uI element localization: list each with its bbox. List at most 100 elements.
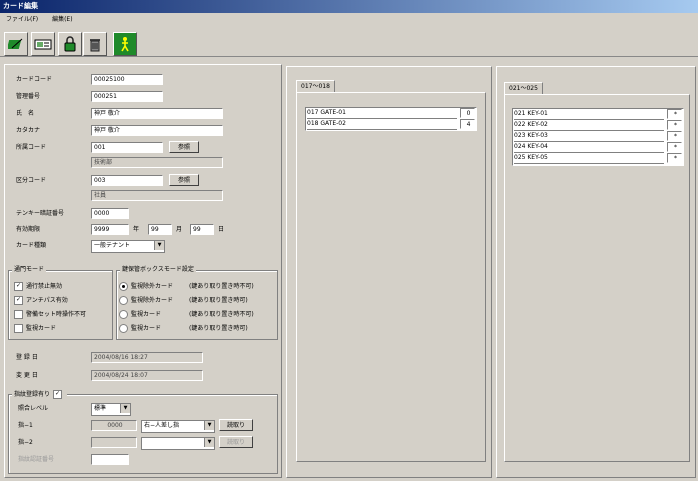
fp1-value: 0000 bbox=[91, 420, 137, 431]
registered-field: 2004/08/16 18:27 bbox=[91, 352, 203, 363]
class-ref-button[interactable]: 参照 bbox=[169, 174, 199, 186]
fp1-finger-value: 右−人差し指 bbox=[144, 422, 180, 429]
tenkey-field[interactable]: 0000 bbox=[91, 208, 129, 219]
radio-button[interactable] bbox=[119, 324, 128, 333]
window-title: カード編集 bbox=[0, 0, 698, 13]
radio-button[interactable] bbox=[119, 296, 128, 305]
keybox-mode-title: 鍵保管ボックスモード設定 bbox=[120, 266, 196, 274]
list-item[interactable]: 025 KEY-05 bbox=[514, 153, 664, 164]
exit-person-icon bbox=[121, 37, 129, 52]
card-code-field[interactable]: 00025100 bbox=[91, 74, 163, 85]
fp-pin-label: 指紋認証番号 bbox=[18, 456, 55, 463]
keybox-mode-item[interactable]: 監視除外カード (鍵あり取り置き時可) bbox=[119, 296, 248, 306]
card-code-label: カードコード bbox=[16, 76, 53, 83]
card-type-label: カード種類 bbox=[16, 242, 47, 249]
fp-level-value: 標準 bbox=[94, 405, 107, 412]
name-field[interactable]: 神戸 敬介 bbox=[91, 108, 223, 119]
kana-field[interactable]: 神戸 敬介 bbox=[91, 125, 223, 136]
door-mode-item[interactable]: ✓ 通行禁止無効 bbox=[14, 282, 62, 292]
list-item[interactable]: 021 KEY-01 bbox=[514, 109, 664, 120]
day-unit: 日 bbox=[218, 226, 225, 233]
fp1-label: 指−1 bbox=[18, 422, 33, 429]
key-value-field[interactable]: * bbox=[667, 131, 682, 141]
list-item[interactable]: 022 KEY-02 bbox=[514, 120, 664, 131]
mgmt-no-field[interactable]: 000251 bbox=[91, 91, 163, 102]
lock-button[interactable] bbox=[58, 32, 82, 56]
expiry-month-field[interactable]: 99 bbox=[148, 224, 172, 235]
keybox-mode-item[interactable]: 監視カード (鍵あり取り置き時可) bbox=[119, 324, 248, 334]
door-mode-item[interactable]: 警備セット時操作不可 bbox=[14, 310, 86, 320]
list-item[interactable]: 018 GATE-02 bbox=[307, 119, 457, 130]
chevron-down-icon: ▼ bbox=[120, 404, 130, 413]
expiry-label: 有効期限 bbox=[16, 226, 41, 233]
expiry-year-field[interactable]: 9999 bbox=[91, 224, 129, 235]
chevron-down-icon: ▼ bbox=[204, 421, 214, 430]
month-unit: 月 bbox=[176, 226, 183, 233]
lock-icon bbox=[64, 36, 76, 52]
gate-value-field[interactable]: 4 bbox=[460, 119, 475, 129]
tab-gate[interactable]: 017〜018 bbox=[296, 80, 335, 92]
name-label: 氏 名 bbox=[16, 110, 35, 117]
card-type-select[interactable]: 一般テナント ▼ bbox=[91, 240, 165, 253]
fingerprint-title[interactable]: 指紋登録有り ✓ bbox=[12, 390, 68, 399]
fp2-read-button[interactable]: 読取り bbox=[219, 436, 253, 448]
keybox-mode-item[interactable]: 監視除外カード (鍵あり取り置き時不可) bbox=[119, 282, 254, 292]
card-reader-button[interactable] bbox=[31, 32, 55, 56]
card-reader-icon bbox=[34, 39, 52, 50]
list-item[interactable]: 023 KEY-03 bbox=[514, 131, 664, 142]
checkbox[interactable]: ✓ bbox=[14, 282, 23, 291]
delete-button[interactable] bbox=[83, 32, 107, 56]
key-value-field[interactable]: * bbox=[667, 120, 682, 130]
class-code-field[interactable]: 003 bbox=[91, 175, 163, 186]
door-mode-item[interactable]: 監視カード bbox=[14, 324, 56, 334]
mgmt-no-label: 管理番号 bbox=[16, 93, 41, 100]
checkbox[interactable]: ✓ bbox=[14, 296, 23, 305]
card-edit-button[interactable] bbox=[4, 32, 28, 56]
fp-level-select[interactable]: 標準 ▼ bbox=[91, 403, 131, 416]
key-value-field[interactable]: * bbox=[667, 142, 682, 152]
expiry-day-field[interactable]: 99 bbox=[190, 224, 214, 235]
menu-edit[interactable]: 編集(E) bbox=[52, 16, 72, 23]
tenkey-label: テンキー暗証番号 bbox=[16, 210, 65, 217]
menu-file[interactable]: ファイル(F) bbox=[6, 16, 38, 23]
gate-value-field[interactable]: 0 bbox=[460, 108, 475, 118]
dept-name-field: 技術部 bbox=[91, 157, 223, 168]
fp2-finger-value bbox=[142, 439, 144, 446]
card-type-value: 一般テナント bbox=[94, 242, 131, 249]
changed-field: 2004/08/24 18:07 bbox=[91, 370, 203, 381]
dept-ref-button[interactable]: 参照 bbox=[169, 141, 199, 153]
kana-label: カタカナ bbox=[16, 127, 41, 134]
class-name-field: 社員 bbox=[91, 190, 223, 201]
chevron-down-icon: ▼ bbox=[204, 438, 214, 447]
radio-button[interactable] bbox=[119, 310, 128, 319]
menu-bar: ファイル(F) 編集(E) bbox=[0, 13, 698, 26]
list-item[interactable]: 024 KEY-04 bbox=[514, 142, 664, 153]
radio-button[interactable] bbox=[119, 282, 128, 291]
registered-label: 登 録 日 bbox=[16, 354, 38, 361]
dept-code-field[interactable]: 001 bbox=[91, 142, 163, 153]
card-edit-icon bbox=[8, 38, 23, 49]
key-value-field[interactable]: * bbox=[667, 153, 682, 163]
checkbox[interactable] bbox=[14, 324, 23, 333]
year-unit: 年 bbox=[133, 226, 140, 233]
fp1-finger-select[interactable]: 右−人差し指 ▼ bbox=[141, 420, 215, 433]
door-mode-item[interactable]: ✓ アンチパス有効 bbox=[14, 296, 68, 306]
fp-level-label: 照合レベル bbox=[18, 405, 49, 412]
list-item[interactable]: 017 GATE-01 bbox=[307, 108, 457, 119]
fp2-value bbox=[91, 437, 137, 448]
fp2-finger-select[interactable]: ▼ bbox=[141, 437, 215, 450]
keybox-mode-item[interactable]: 監視カード (鍵あり取り置き時不可) bbox=[119, 310, 254, 320]
fp1-read-button[interactable]: 読取り bbox=[219, 419, 253, 431]
changed-label: 変 更 日 bbox=[16, 372, 38, 379]
trash-icon bbox=[90, 39, 100, 52]
fingerprint-checkbox[interactable]: ✓ bbox=[53, 390, 63, 399]
chevron-down-icon: ▼ bbox=[154, 241, 164, 250]
tab-key[interactable]: 021〜025 bbox=[504, 82, 543, 94]
fp2-label: 指−2 bbox=[18, 439, 33, 446]
exit-button[interactable] bbox=[113, 32, 137, 56]
dept-code-label: 所属コード bbox=[16, 144, 47, 151]
key-value-field[interactable]: * bbox=[667, 109, 682, 119]
fp-pin-field[interactable] bbox=[91, 454, 129, 465]
checkbox[interactable] bbox=[14, 310, 23, 319]
gate-tab-body bbox=[296, 92, 486, 462]
